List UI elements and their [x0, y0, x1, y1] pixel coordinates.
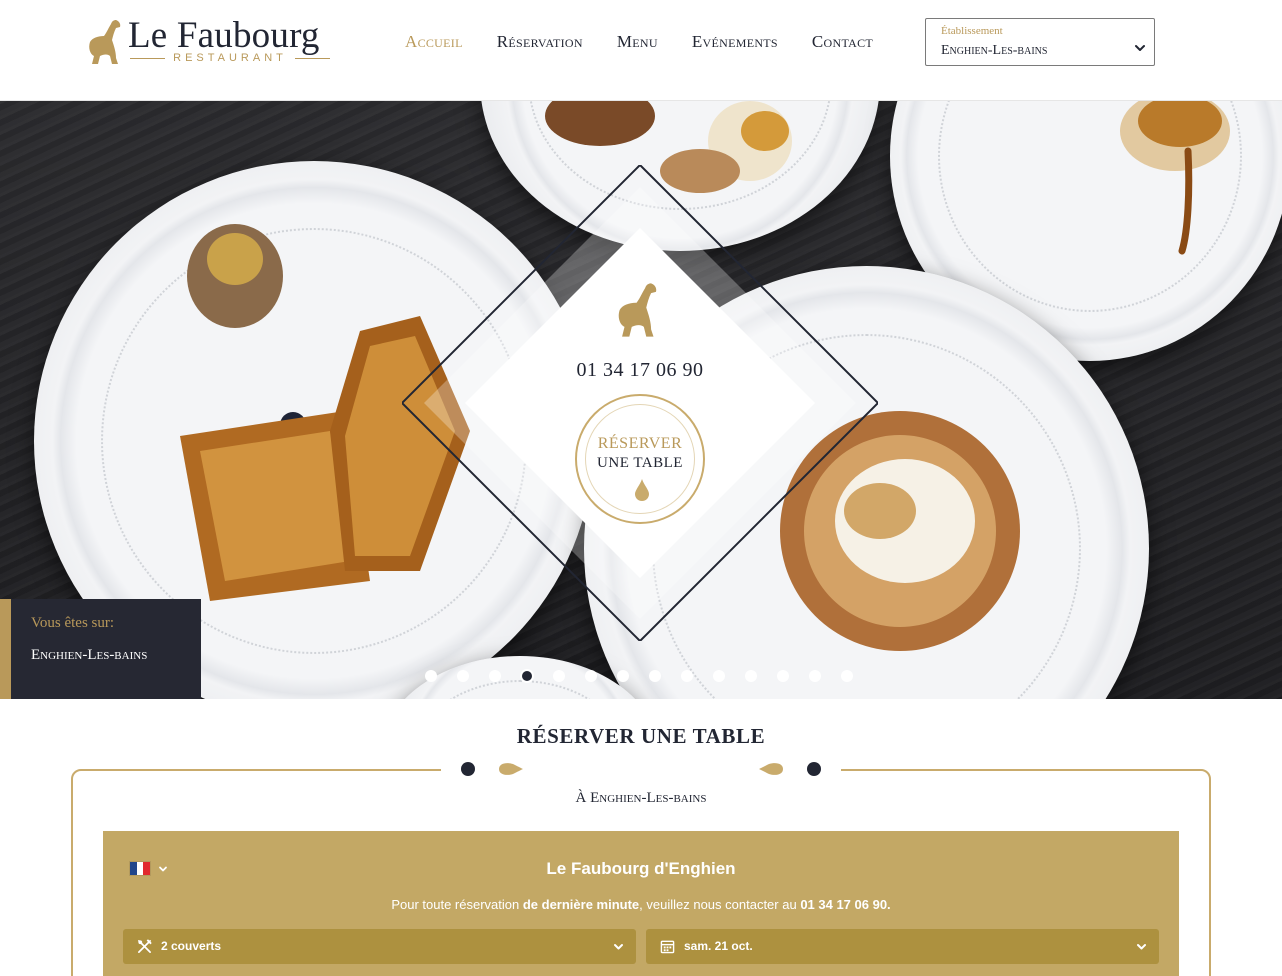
greyhound-logo-icon: [89, 20, 121, 64]
location-label: Vous êtes sur:: [31, 615, 115, 631]
slider-dot[interactable]: [585, 670, 597, 682]
nav-evenements[interactable]: Evénements: [692, 32, 778, 52]
chevron-down-icon: [1137, 944, 1146, 950]
covers-select[interactable]: 2 couverts: [123, 929, 636, 964]
last-minute-note: Pour toute réservation de dernière minut…: [103, 897, 1179, 912]
ornament-divider-icon: [441, 758, 841, 780]
note-prefix: Pour toute réservation: [391, 897, 523, 912]
nav-menu[interactable]: Menu: [617, 32, 658, 52]
hero-phone-number[interactable]: 01 34 17 06 90: [540, 359, 740, 382]
current-location-panel: Vous êtes sur: Enghien-Les-bains: [0, 599, 201, 699]
logo-subtitle-text: RESTAURANT: [173, 52, 287, 64]
slider-dot[interactable]: [649, 670, 661, 682]
booking-subtitle: À Enghien-Les-bains: [575, 790, 707, 806]
covers-value: 2 couverts: [161, 939, 222, 953]
slider-dot[interactable]: [489, 670, 501, 682]
note-bold: de dernière minute: [522, 897, 640, 912]
reserve-button-line1: RÉSERVER: [597, 435, 683, 452]
slider-dot[interactable]: [713, 670, 725, 682]
calendar-icon: [660, 940, 675, 954]
slider-dot[interactable]: [425, 670, 437, 682]
slider-dot[interactable]: [777, 670, 789, 682]
slider-pagination: [425, 670, 853, 682]
location-value: Enghien-Les-bains: [31, 647, 148, 663]
logo-subtitle: RESTAURANT: [130, 52, 330, 64]
reservation-widget: Le Faubourg d'Enghien Pour toute réserva…: [103, 831, 1179, 976]
date-select[interactable]: sam. 21 oct.: [646, 929, 1159, 964]
note-phone[interactable]: 01 34 17 06 90.: [800, 897, 890, 912]
widget-title: Le Faubourg d'Enghien: [546, 859, 736, 878]
section-title: RÉSERVER UNE TABLE: [516, 724, 766, 748]
slider-dot[interactable]: [457, 670, 469, 682]
site-header: Le Faubourg RESTAURANT Accueil Réservati…: [0, 0, 1282, 101]
chevron-down-icon: [614, 944, 623, 950]
site-logo[interactable]: Le Faubourg RESTAURANT: [86, 15, 336, 68]
logo-name: Le Faubourg: [128, 15, 320, 56]
date-value: sam. 21 oct.: [684, 939, 753, 953]
main-nav: Accueil Réservation Menu Evénements Cont…: [405, 32, 907, 52]
chevron-down-icon: [1135, 45, 1145, 51]
note-mid: , veuillez nous contacter au: [639, 897, 801, 912]
etablissement-label: Établissement: [941, 25, 1003, 37]
slider-dot[interactable]: [745, 670, 757, 682]
etablissement-select[interactable]: Établissement Enghien-Les-bains: [925, 18, 1155, 66]
nav-accueil[interactable]: Accueil: [405, 32, 463, 52]
drop-icon: [635, 479, 649, 501]
nav-contact[interactable]: Contact: [812, 32, 873, 52]
slider-dot[interactable]: [841, 670, 853, 682]
etablissement-value: Enghien-Les-bains: [941, 43, 1048, 58]
slider-dot[interactable]: [809, 670, 821, 682]
cutlery-icon: [138, 939, 152, 953]
slider-dot[interactable]: [553, 670, 565, 682]
reserve-button-line2: UNE TABLE: [597, 455, 683, 471]
reserve-table-button[interactable]: RÉSERVER UNE TABLE: [575, 394, 705, 524]
hero-slider: 01 34 17 06 90 RÉSERVER UNE TABLE Vous ê…: [0, 101, 1282, 699]
slider-dot[interactable]: [681, 670, 693, 682]
greyhound-icon: [618, 283, 657, 337]
slider-dot[interactable]: [617, 670, 629, 682]
slider-dot-active[interactable]: [522, 671, 532, 681]
nav-reservation[interactable]: Réservation: [497, 32, 583, 52]
